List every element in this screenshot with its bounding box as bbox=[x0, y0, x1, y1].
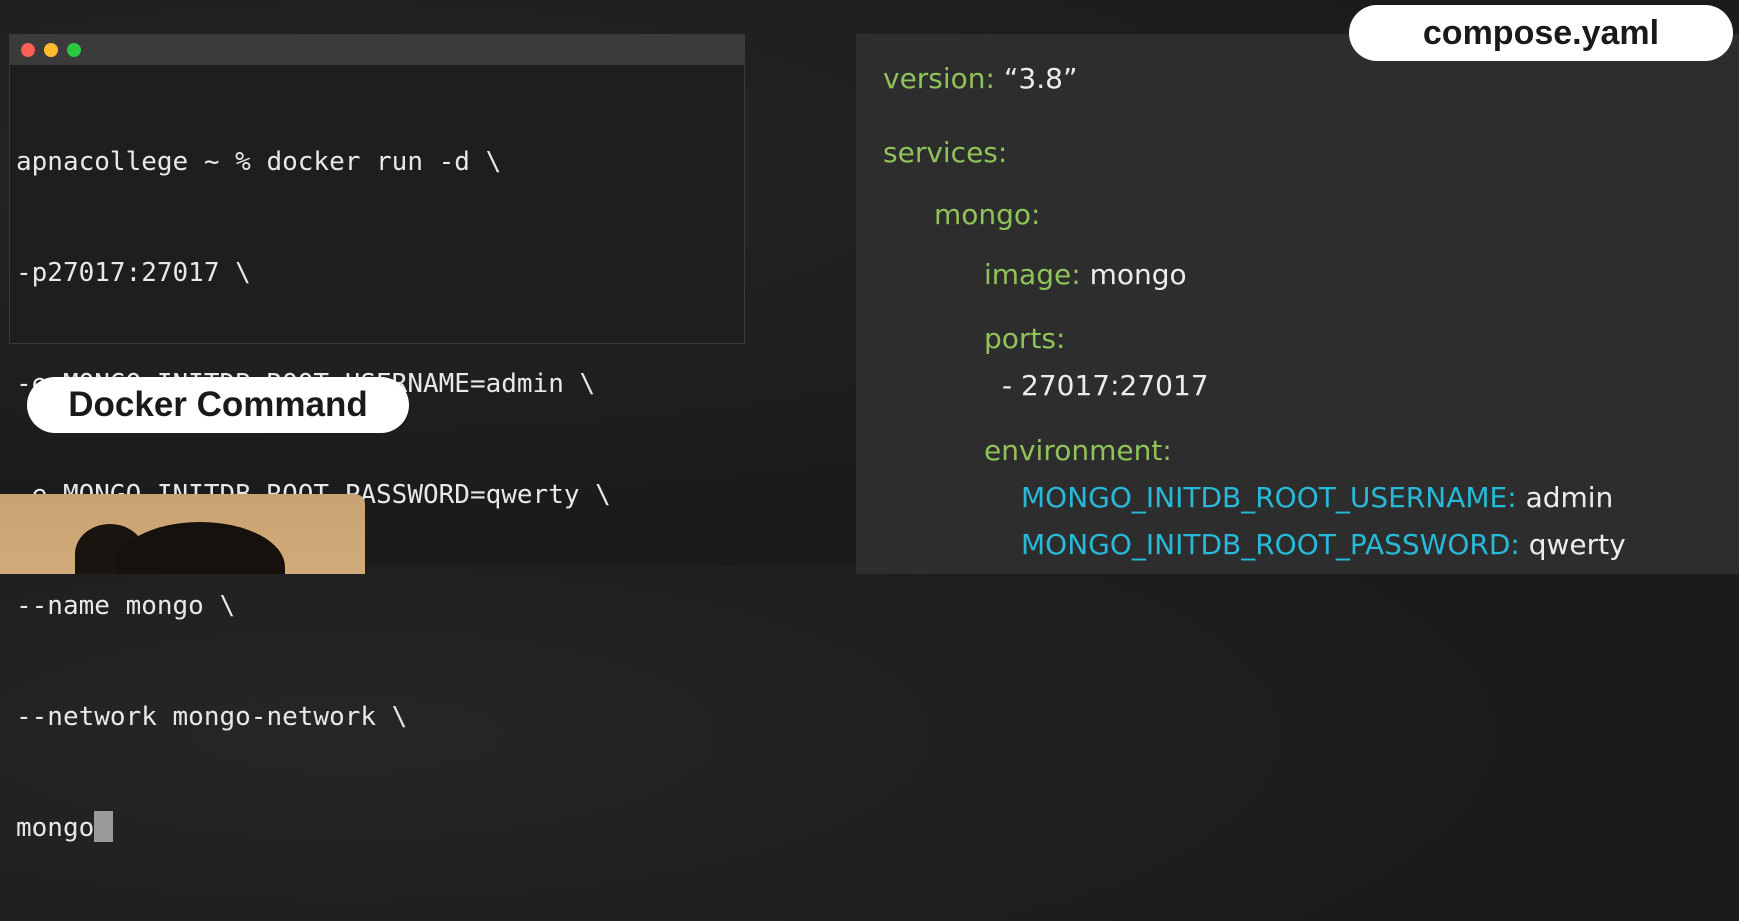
yaml-value-image: mongo bbox=[1089, 258, 1187, 291]
terminal-line: apnacollege ~ % docker run -d \ bbox=[16, 147, 502, 177]
terminal-window: apnacollege ~ % docker run -d \ -p27017:… bbox=[9, 34, 745, 843]
yaml-mongo-line: mongo: bbox=[934, 198, 1041, 232]
terminal-line: -p27017:27017 \ bbox=[16, 258, 251, 288]
terminal-output[interactable]: apnacollege ~ % docker run -d \ -p27017:… bbox=[10, 65, 744, 921]
text-cursor bbox=[94, 811, 114, 842]
yaml-env-username-line: MONGO_INITDB_ROOT_USERNAME: admin bbox=[1021, 481, 1613, 515]
yaml-ports-line: ports: bbox=[984, 322, 1065, 356]
presenter-head bbox=[115, 522, 285, 574]
yaml-value-env-password: qwerty bbox=[1528, 528, 1626, 561]
terminal-line: --network mongo-network \ bbox=[16, 702, 408, 732]
terminal-prompt-line: mongo bbox=[16, 810, 744, 847]
yaml-image-line: image: mongo bbox=[984, 258, 1187, 292]
yaml-version-line: version: “3.8” bbox=[883, 62, 1077, 96]
yaml-environment-line: environment: bbox=[984, 434, 1172, 468]
yaml-key-mongo: mongo: bbox=[934, 198, 1041, 231]
yaml-ports-item-line: - 27017:27017 bbox=[1002, 369, 1209, 403]
yaml-key-environment: environment: bbox=[984, 434, 1172, 467]
minimize-window-button[interactable] bbox=[44, 43, 58, 57]
compose-yaml-filename-label: compose.yaml bbox=[1349, 5, 1733, 61]
yaml-key-image: image: bbox=[984, 258, 1081, 291]
docker-command-label: Docker Command bbox=[27, 377, 409, 433]
yaml-key-env-username: MONGO_INITDB_ROOT_USERNAME: bbox=[1021, 481, 1517, 514]
maximize-window-button[interactable] bbox=[67, 43, 81, 57]
yaml-value-version: “3.8” bbox=[1003, 62, 1078, 95]
yaml-key-ports: ports: bbox=[984, 322, 1066, 355]
yaml-key-version: version: bbox=[883, 62, 995, 95]
close-window-button[interactable] bbox=[21, 43, 35, 57]
terminal-line: --name mongo \ bbox=[16, 591, 236, 621]
yaml-key-env-password: MONGO_INITDB_ROOT_PASSWORD: bbox=[1021, 528, 1520, 561]
yaml-env-password-line: MONGO_INITDB_ROOT_PASSWORD: qwerty bbox=[1021, 528, 1626, 562]
presenter-webcam bbox=[0, 494, 365, 574]
terminal-titlebar bbox=[10, 35, 744, 65]
yaml-value-port-mapping: - 27017:27017 bbox=[1002, 369, 1209, 402]
yaml-value-env-username: admin bbox=[1525, 481, 1614, 514]
yaml-services-line: services: bbox=[883, 136, 1007, 170]
terminal-current-input: mongo bbox=[16, 813, 95, 843]
yaml-key-services: services: bbox=[883, 136, 1008, 169]
